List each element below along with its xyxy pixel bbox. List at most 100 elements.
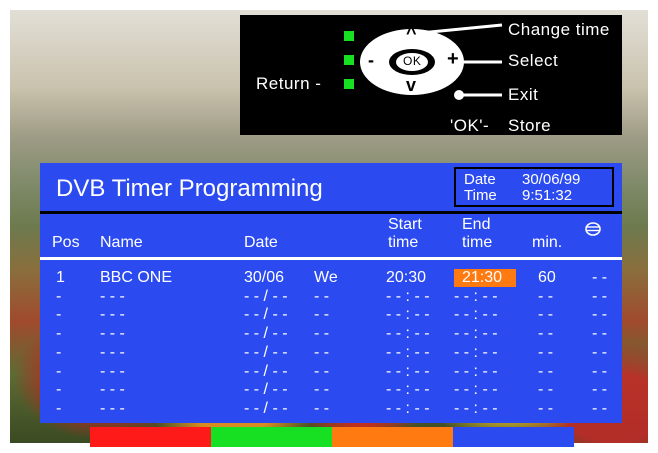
cell-date: - - / - - (244, 362, 288, 380)
cell-end: - - : - - (454, 399, 498, 417)
cell-min: - - (538, 287, 554, 305)
cell-end: 21:30 (454, 269, 517, 287)
cell-repeat: - - (592, 269, 608, 286)
datetime-box: Date 30/06/99 Time 9:51:32 (454, 167, 614, 207)
cell-pos: - (56, 306, 62, 324)
cell-min: - - (538, 362, 554, 380)
cell-pos: - (56, 287, 62, 305)
cell-end: - - : - - (454, 343, 498, 361)
cell-start: - - : - - (386, 362, 430, 380)
remote-help-box: ^ v - + OK Change time Select Return - E… (240, 15, 622, 135)
table-row[interactable]: - - - - - - / - - - - - - : - - - - : - - - - -… (40, 288, 622, 306)
cell-repeat: - - (592, 381, 608, 399)
cell-start: - - : - - (386, 343, 430, 361)
cell-repeat: - - (592, 343, 608, 361)
time-label: Time (464, 187, 497, 204)
cell-repeat: - - (592, 325, 608, 343)
cell-day: - - (314, 325, 330, 343)
cell-day: - - (314, 287, 330, 305)
cell-start: 20:30 (386, 269, 427, 286)
cell-pos: - (56, 362, 62, 380)
table-row[interactable]: - - - - - - / - - - - - - : - - - - : - - - - -… (40, 325, 622, 343)
cell-repeat: - - (592, 287, 608, 305)
cell-start: - - : - - (386, 306, 430, 324)
help-ok-button: OK (403, 54, 422, 68)
cell-date: - - / - - (244, 287, 288, 305)
cell-pos: - (56, 343, 62, 361)
cell-pos: - (56, 381, 62, 399)
date-label: Date (464, 171, 496, 188)
page-title: DVB Timer Programming (56, 175, 323, 202)
cell-end: - - : - - (454, 287, 498, 305)
col-end-1: End (462, 216, 491, 233)
col-start-2: time (388, 234, 419, 251)
cell-min: 60 (538, 269, 556, 286)
help-plus-symbol: + (447, 48, 460, 70)
table-row[interactable]: - - - - - - / - - - - - - : - - - - : - - - - -… (40, 344, 622, 362)
time-value: 9:51:32 (522, 187, 573, 204)
timer-panel: DVB Timer Programming Date 30/06/99 Time… (40, 163, 622, 423)
col-name: Name (100, 234, 143, 251)
cell-name: - - - (100, 343, 125, 361)
date-value: 30/06/99 (522, 171, 581, 188)
help-ok-prefix: 'OK'- (450, 116, 490, 135)
cell-date: - - / - - (244, 325, 288, 343)
col-min: min. (532, 234, 563, 251)
col-pos: Pos (52, 234, 80, 251)
table-row[interactable]: - - - - - - / - - - - - - : - - - - : - - - - -… (40, 306, 622, 324)
table-divider (40, 257, 622, 260)
cell-end: - - : - - (454, 362, 498, 380)
table-row[interactable]: - - - - - - / - - - - - - : - - - - : - - - - -… (40, 363, 622, 381)
col-end-2: time (462, 234, 493, 251)
table-row[interactable]: - - - - - - / - - - - - - : - - - - : - - - - -… (40, 381, 622, 399)
cell-date: - - / - - (244, 399, 288, 417)
cell-day: - - (314, 343, 330, 361)
cell-start: - - : - - (386, 399, 430, 417)
col-date: Date (244, 234, 278, 251)
cell-min: - - (538, 325, 554, 343)
help-return: Return - (256, 74, 322, 93)
cell-day: - - (314, 399, 330, 417)
blue-key[interactable] (453, 427, 574, 447)
cell-pos: 1 (56, 269, 65, 286)
help-change-time: Change time (508, 20, 610, 39)
cell-day: - - (314, 362, 330, 380)
help-up-symbol: ^ (406, 23, 418, 43)
yellow-key[interactable] (332, 427, 453, 447)
cell-end: - - : - - (454, 381, 498, 399)
cell-date: - - / - - (244, 343, 288, 361)
cell-start: - - : - - (386, 381, 430, 399)
cell-name: - - - (100, 306, 125, 324)
red-key[interactable] (90, 427, 211, 447)
table-row[interactable]: 1 BBC ONE 30/06 We 20:30 21:30 60 - - (40, 269, 622, 287)
col-start-1: Start (388, 216, 422, 233)
help-store: Store (508, 116, 552, 135)
cell-name: - - - (100, 287, 125, 305)
cell-min: - - (538, 399, 554, 417)
table-row[interactable]: - - - - - - / - - - - - - : - - - - : - - - - -… (40, 400, 622, 418)
header-divider (40, 211, 622, 214)
cell-end: - - : - - (454, 325, 498, 343)
cell-pos: - (56, 399, 62, 417)
help-down-symbol: v (406, 75, 417, 95)
cell-date: - - / - - (244, 381, 288, 399)
repeat-icon (585, 222, 601, 236)
cell-day: - - (314, 381, 330, 399)
cell-date: - - / - - (244, 306, 288, 324)
cell-start: - - : - - (386, 287, 430, 305)
cell-day: - - (314, 306, 330, 324)
cell-end: - - : - - (454, 306, 498, 324)
cell-repeat: - - (592, 399, 608, 417)
cell-name: BBC ONE (100, 269, 173, 286)
green-key[interactable] (211, 427, 332, 447)
cell-name: - - - (100, 362, 125, 380)
cell-day: We (314, 269, 338, 286)
cell-date: 30/06 (244, 269, 285, 286)
help-select: Select (508, 51, 559, 70)
cell-min: - - (538, 306, 554, 324)
cell-min: - - (538, 343, 554, 361)
cell-name: - - - (100, 381, 125, 399)
cell-name: - - - (100, 325, 125, 343)
cell-min: - - (538, 381, 554, 399)
cell-name: - - - (100, 399, 125, 417)
